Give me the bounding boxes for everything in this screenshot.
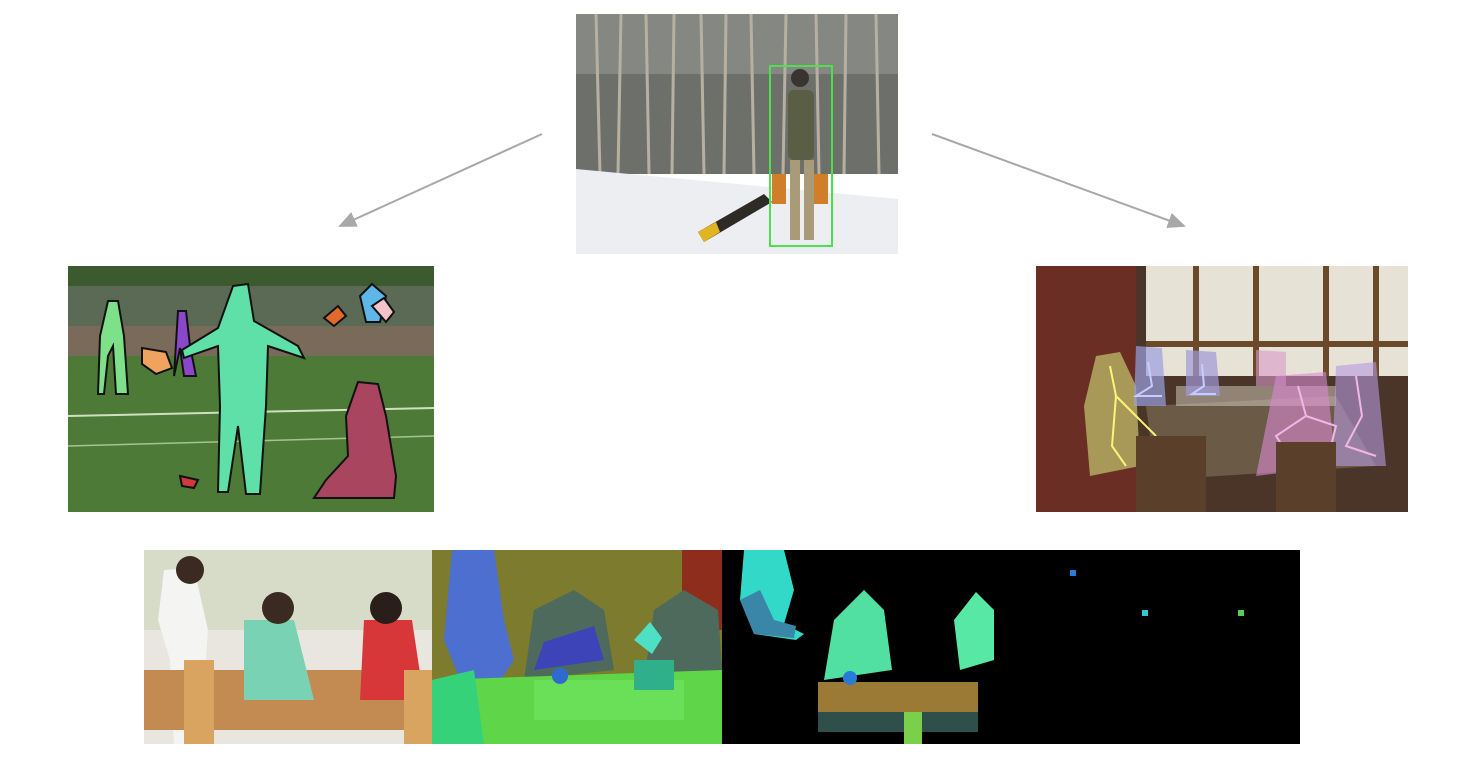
field-scene-illustration	[68, 266, 434, 512]
arrow-to-left	[338, 133, 543, 227]
snow-scene-illustration	[576, 14, 898, 254]
instance-segmentation	[722, 550, 1300, 744]
left-image-instance-segmentation	[68, 266, 434, 512]
arrow-to-right	[931, 133, 1186, 229]
dining-scene-illustration	[1036, 266, 1408, 512]
right-image-keypoints	[1036, 266, 1408, 512]
bottom-panoptic-strip	[144, 550, 1300, 744]
original-photo	[144, 550, 432, 744]
semantic-segmentation	[432, 550, 722, 744]
center-image-person-bbox	[576, 14, 898, 254]
segmentation-strip-illustration	[144, 550, 1300, 744]
